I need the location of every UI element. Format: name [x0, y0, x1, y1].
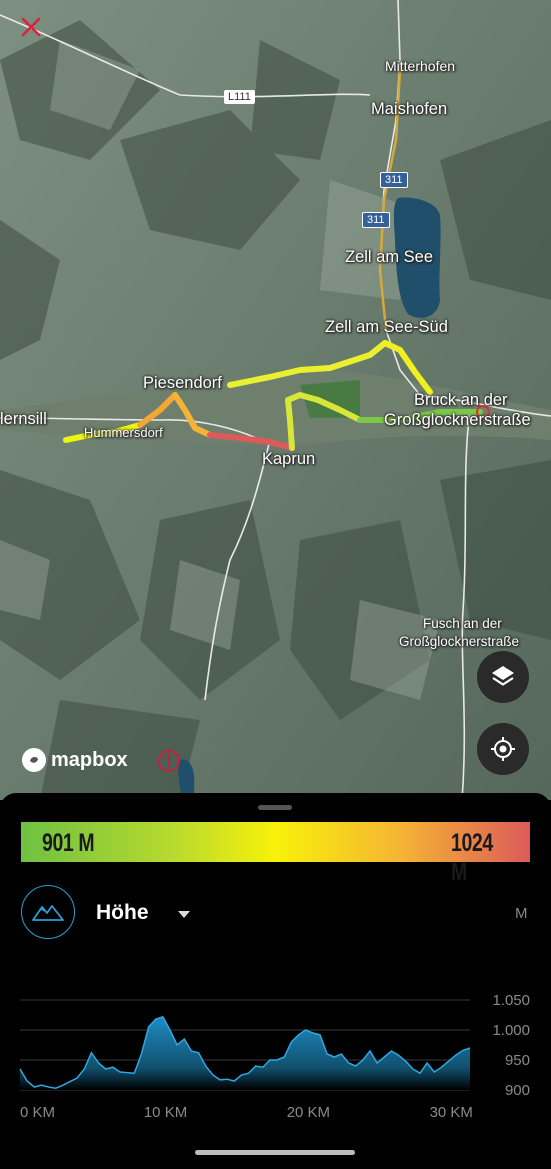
- locate-me-button[interactable]: [477, 723, 529, 775]
- elevation-chart[interactable]: 1.050 1.000 950 900 0 KM 10 KM 20 KM 30 KM: [0, 988, 551, 1128]
- bottom-sheet[interactable]: 901 M 1024 M Höhe M 1.050 1.000 950 900 0 K…: [0, 793, 551, 1169]
- map-view[interactable]: L111 311 311 Mitterhofen Maishofen Zell …: [0, 0, 551, 800]
- metric-icon-button[interactable]: [21, 885, 75, 939]
- road-shield-311-south: 311: [362, 212, 390, 228]
- place-label-fusch: Fusch an der: [423, 616, 502, 631]
- place-label-bruck-2: Großglocknerstraße: [384, 411, 531, 429]
- place-label-maishofen: Maishofen: [371, 100, 448, 118]
- elevation-area: [20, 1016, 470, 1090]
- mountain-icon: [32, 905, 64, 921]
- place-label-fusch-2: Großglocknerstraße: [399, 634, 520, 649]
- sheet-drag-handle[interactable]: [258, 805, 292, 810]
- y-tick-label: 1.000: [492, 1022, 530, 1039]
- place-label-piesendorf: Piesendorf: [143, 374, 222, 392]
- metric-selector-label[interactable]: Höhe: [96, 901, 149, 925]
- min-elevation-label: 901 M: [42, 829, 95, 857]
- attribution-info-icon[interactable]: [157, 749, 181, 773]
- home-indicator: [195, 1150, 355, 1155]
- place-label-hummersdorf: Hummersdorf: [84, 425, 163, 440]
- place-label-kaprun: Kaprun: [262, 450, 316, 468]
- y-tick-label: 950: [505, 1052, 530, 1069]
- x-tick-label: 30 KM: [430, 1104, 473, 1121]
- place-label-zell-am-see-sued: Zell am See-Süd: [325, 318, 448, 336]
- road-shield-311-north: 311: [380, 172, 408, 188]
- mapbox-logo: mapbox: [22, 748, 128, 772]
- x-tick-label: 20 KM: [287, 1104, 330, 1121]
- elevation-gradient-legend: 901 M 1024 M: [21, 822, 530, 886]
- map-layers-button[interactable]: [477, 651, 529, 703]
- place-label-niedernsill: lernsill: [0, 410, 47, 428]
- close-icon[interactable]: [18, 14, 44, 40]
- max-elevation-label: 1024 M: [451, 829, 493, 886]
- x-tick-label: 10 KM: [144, 1104, 187, 1121]
- y-tick-label: 900: [505, 1082, 530, 1099]
- unit-label: M: [515, 905, 528, 922]
- place-label-mitterhofen: Mitterhofen: [385, 58, 456, 74]
- road-shield-l111: L111: [224, 90, 255, 104]
- y-tick-label: 1.050: [492, 992, 530, 1009]
- mapbox-icon: [22, 748, 46, 772]
- x-tick-label: 0 KM: [20, 1104, 55, 1121]
- chevron-down-icon[interactable]: [177, 907, 191, 918]
- mapbox-wordmark: mapbox: [51, 748, 128, 771]
- layers-icon: [492, 666, 514, 686]
- place-label-bruck: Bruck an der: [414, 391, 508, 409]
- place-label-zell-am-see: Zell am See: [345, 248, 434, 266]
- crosshair-icon: [491, 737, 515, 761]
